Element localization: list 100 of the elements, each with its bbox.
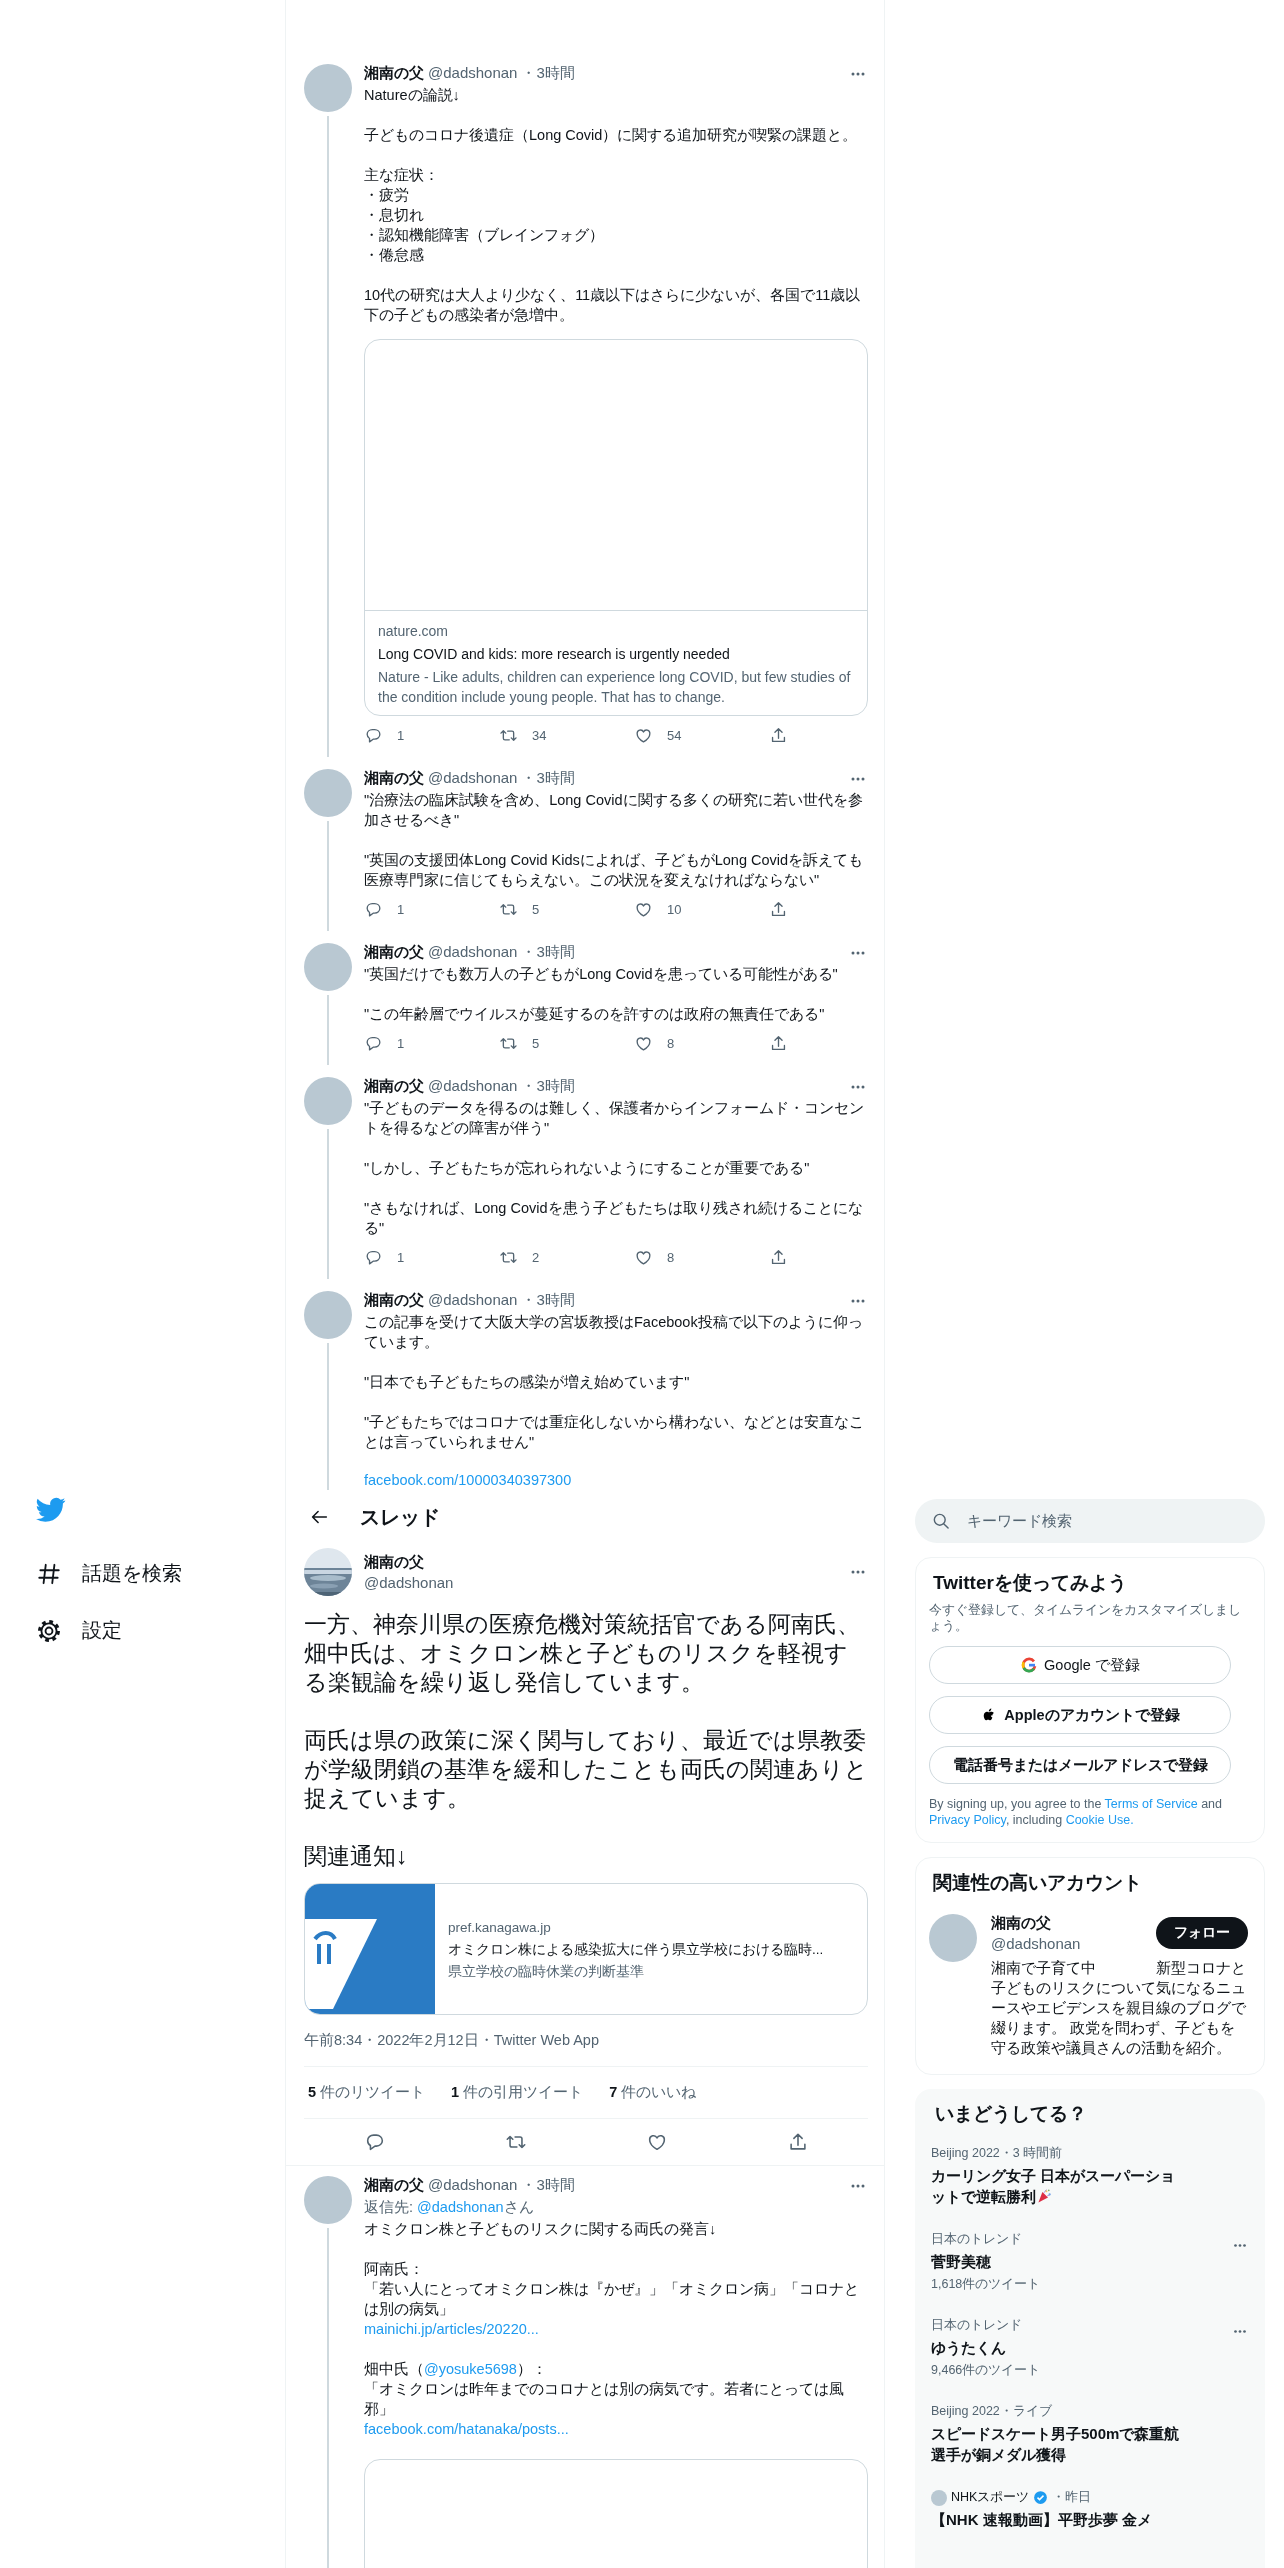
like-count: 54 — [667, 728, 682, 743]
user-name[interactable]: 湘南の父 — [364, 2176, 424, 2195]
reply-icon[interactable] — [364, 1248, 383, 1267]
more-icon[interactable] — [1231, 2327, 1249, 2336]
heart-icon[interactable] — [634, 726, 653, 745]
settings-icon — [36, 1617, 62, 1644]
card-title: オミクロン株による感染拡大に伴う県立学校における臨時... — [448, 1940, 825, 1959]
user-name[interactable]: 湘南の父 — [364, 1291, 424, 1310]
card-domain: pref.kanagawa.jp — [448, 1918, 552, 1937]
account-bio: 湘南で子育て中 新型コロナと子どものリスクについて気になるニュースやエビデンスを親目線のブログで綴ります。 政党を問わず、子どもを守る政策や議員さんの活動を紹介。 — [991, 1959, 1247, 2058]
card-description: Nature - Like adults, children can experience long COVID, but few studies of the condition include young people. That has to change. — [378, 668, 852, 707]
search-icon — [931, 1511, 951, 1531]
signup-button[interactable]: 電話番号またはメールアドレスで登録 — [929, 1746, 1231, 1784]
tweet-text: 主な症状： — [364, 166, 439, 185]
card-heading: 関連性の高いアカウント — [933, 1871, 1143, 1895]
tweet-count: 1,618件のツイート — [931, 2276, 1042, 2293]
heart-icon[interactable] — [634, 1034, 653, 1053]
link-card[interactable]: pref.kanagawa.jp オミクロン株による感染拡大に伴う県立学校における臨時... 県立学校の臨時休業の判断基準 — [304, 1883, 868, 2015]
reply-count: 1 — [397, 1036, 405, 1051]
heart-icon[interactable] — [634, 1248, 653, 1267]
heart-icon[interactable] — [634, 900, 653, 919]
share-icon[interactable] — [769, 1034, 788, 1053]
user-handle[interactable]: @dadshonan — [428, 1291, 518, 1308]
search-field[interactable]: キーワード検索 — [915, 1499, 1265, 1543]
party-popper-icon — [1036, 2188, 1052, 2204]
tweet-text: "子どもたちではコロナでは重症化しないから構わない、などとは安直なことは言っていられません" — [364, 1413, 866, 1452]
user-name[interactable]: 湘南の父 — [364, 1553, 836, 1572]
tweet-stat[interactable]: 7 件のいいね — [609, 2083, 697, 2102]
link-card[interactable]: nature.com Long COVID and kids: more research is urgently needed Nature - Like adults, children can experience long COVID, but few studies of the condition include young people. That has to change. — [364, 339, 868, 716]
like-count: 10 — [667, 902, 682, 917]
tweet-text: 一方、神奈川県の医療危機対策統括官である阿南氏、畑中氏は、オミクロン株と子どものリスクを軽視する楽観論を繰り返し発信しています。 — [304, 1610, 861, 1697]
tweet-timestamp: 午前8:34・2022年2月12日・Twitter Web App — [304, 2031, 868, 2067]
trend-title[interactable]: スピードスケート男子500mで森重航選手が銅メダル獲得 — [931, 2423, 1186, 2465]
signup-button[interactable]: Appleのアカウントで登録 — [929, 1696, 1231, 1734]
trend-context: 日本のトレンド — [931, 2231, 1023, 2248]
reply-icon[interactable] — [364, 900, 383, 919]
user-name[interactable]: 湘南の父 — [364, 64, 424, 83]
retweet-count: 2 — [532, 1250, 540, 1265]
user-handle[interactable]: @dadshonan — [428, 943, 518, 960]
nav-item[interactable]: 設定 — [82, 1617, 122, 1644]
user-handle[interactable]: @dadshonan — [428, 1077, 518, 1094]
tweet-text: この記事を受けて大阪大学の宮坂教授はFacebook投稿で以下のように仰っています。 — [364, 1313, 864, 1352]
reply-to-line: 返信先: @dadshonan さん — [364, 2198, 535, 2217]
user-handle[interactable]: @dadshonan — [428, 64, 518, 81]
tweet-text: "さもなければ、Long Covidを患う子どもたちは取り残され続けることになる" — [364, 1199, 864, 1238]
tweet-text: 「若い人にとってオミクロン株は『かぜ』」「オミクロン病」「コロナとは別の病気」 — [364, 2280, 860, 2319]
tweet-text: 両氏は県の政策に深く関与しており、最近では県教委が学級閉鎖の基準を緩和したことも両氏の関連ありと捉えています。 — [304, 1726, 868, 1813]
share-icon[interactable] — [769, 1248, 788, 1267]
user-handle[interactable]: @dadshonan — [991, 1935, 1081, 1952]
signup-button[interactable]: Google で登録 — [929, 1646, 1231, 1684]
bird-icon[interactable] — [36, 1497, 66, 1523]
user-handle[interactable]: @dadshonan — [428, 769, 518, 786]
tweet-text: "英国の支援団体Long Covid Kidsによれば、子どもがLong Covidを訴えても医療専門家に信じてもらえない。この状況を変えなければならない" — [364, 851, 865, 890]
user-name[interactable]: 湘南の父 — [364, 1077, 424, 1096]
like-count: 8 — [667, 1036, 675, 1051]
card-title: Long COVID and kids: more research is urgently needed — [378, 645, 731, 664]
user-name[interactable]: 湘南の父 — [364, 769, 424, 788]
user-handle[interactable]: @dadshonan — [428, 2176, 518, 2193]
reply-count: 1 — [397, 902, 405, 917]
news-title[interactable]: 【NHK 速報動画】平野歩夢 金メ — [931, 2509, 1186, 2530]
like-count: 8 — [667, 1250, 675, 1265]
share-icon[interactable] — [769, 900, 788, 919]
trend-title[interactable]: ゆうたくん — [931, 2337, 1186, 2358]
source-name: NHKスポーツ — [951, 2489, 1030, 2506]
tweet-text: "しかし、子どもたちが忘れられないようにすることが重要である" — [364, 1159, 810, 1178]
tweet-text: ・倦怠感 — [364, 246, 424, 265]
retweet-count: 5 — [532, 1036, 540, 1051]
tweet-text: 子どものコロナ後遺症（Long Covid）に関する追加研究が喫緊の課題と。 — [364, 126, 858, 145]
tweet-text: 阿南氏： — [364, 2260, 424, 2279]
reply-icon[interactable] — [364, 1034, 383, 1053]
reply-icon[interactable] — [364, 726, 383, 745]
legal-text: By signing up, you agree to the Terms of Service and Privacy Policy, including Cookie Use. — [929, 1796, 1224, 1828]
tweet-time: ・3時間 — [521, 769, 575, 788]
reply-count: 1 — [397, 1250, 405, 1265]
trend-context: Beijing 2022・ライブ — [931, 2403, 1053, 2420]
tweet-text: オミクロン株と子どものリスクに関する両氏の発言↓ — [364, 2220, 717, 2239]
card-description: 県立学校の臨時休業の判断基準 — [448, 1962, 645, 1981]
trend-context: 日本のトレンド — [931, 2317, 1023, 2334]
user-handle[interactable]: @dadshonan — [364, 1574, 836, 1591]
reply-count: 1 — [397, 728, 405, 743]
tweet-text: 10代の研究は大人より少なく、11歳以下はさらに少ないが、各国で11歳以下の子どもの感染者が急増中。 — [364, 286, 862, 325]
nav-item[interactable]: 話題を検索 — [82, 1560, 182, 1587]
tweet-count: 9,466件のツイート — [931, 2362, 1042, 2379]
tweet-text: Natureの論説↓ — [364, 86, 460, 105]
tweet-stat[interactable]: 1 件の引用ツイート — [451, 2083, 584, 2102]
trend-context: Beijing 2022・3 時間前 — [931, 2145, 1064, 2162]
tweet-text: ・疲労 — [364, 186, 409, 205]
tweet-stat[interactable]: 5 件のリツイート — [308, 2083, 426, 2102]
more-icon[interactable] — [1231, 2241, 1249, 2250]
tweet-text: 関連通知↓ — [304, 1842, 409, 1871]
trend-title[interactable]: 菅野美穂 — [931, 2251, 1186, 2272]
share-icon[interactable] — [769, 726, 788, 745]
trend-title[interactable]: カーリング女子 日本がスーパーショットで逆転勝利 — [931, 2165, 1186, 2207]
news-time: ・昨日 — [1052, 2489, 1092, 2506]
user-name[interactable]: 湘南の父 — [991, 1914, 1081, 1933]
tweet-time: ・3時間 — [521, 1291, 575, 1310]
follow-button[interactable]: フォロー — [1156, 1917, 1248, 1949]
tweet-text: 畑中氏（@yosuke5698）： — [364, 2360, 547, 2379]
user-name[interactable]: 湘南の父 — [364, 943, 424, 962]
tweet-text: ・息切れ — [364, 206, 424, 225]
